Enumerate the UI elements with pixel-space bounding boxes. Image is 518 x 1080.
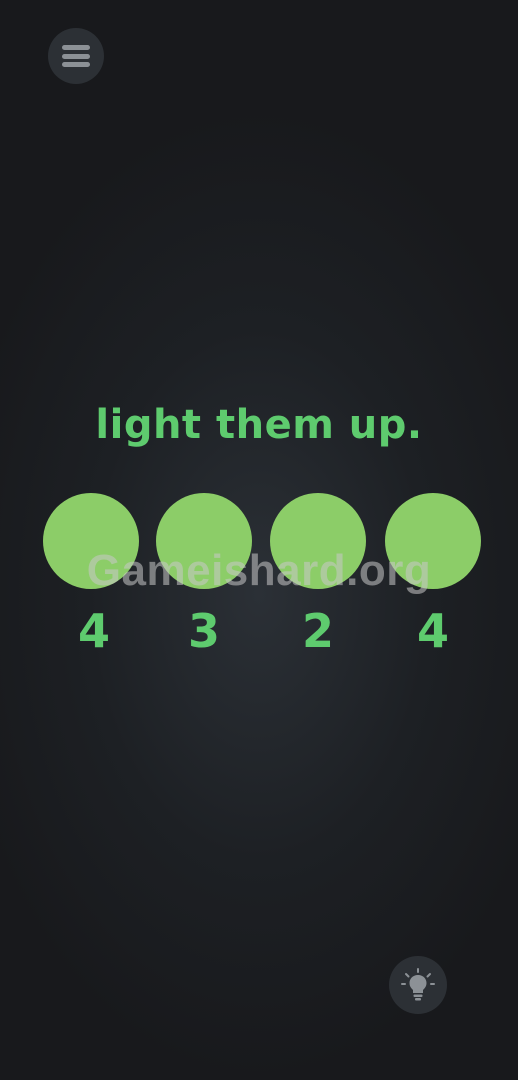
bulb-3-count: 2 (301, 604, 334, 658)
bulb-4-count: 4 (416, 604, 449, 658)
puzzle-title: light them up. (95, 402, 423, 448)
bulb-2-count: 3 (187, 604, 220, 658)
watermark: Gameishard.org (86, 546, 432, 595)
lightbulb-icon (401, 968, 435, 1001)
hint-button[interactable] (389, 956, 447, 1014)
bulb-1-count: 4 (77, 604, 110, 658)
menu-icon (62, 45, 90, 67)
menu-button[interactable] (48, 28, 104, 84)
